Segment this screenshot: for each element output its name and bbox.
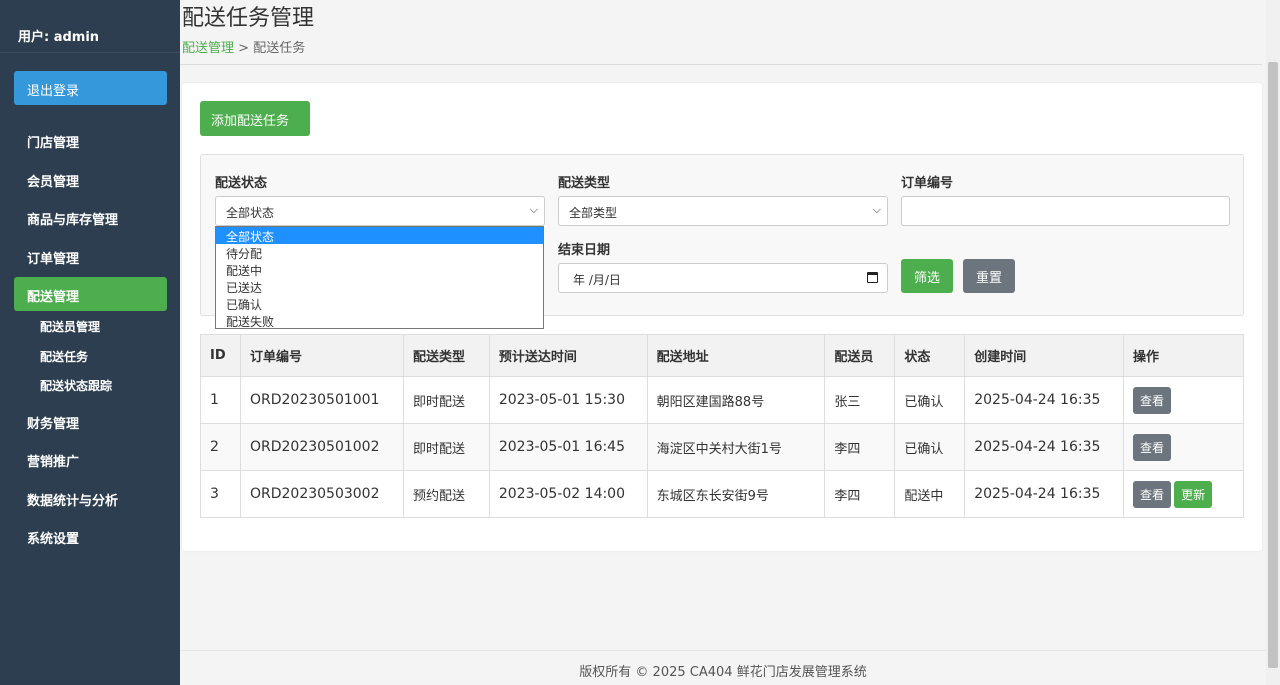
- cell-id: 2: [200, 423, 241, 471]
- status-option-delivered[interactable]: 已送达: [216, 278, 543, 295]
- status-option-all[interactable]: 全部状态: [216, 227, 543, 244]
- reset-button[interactable]: 重置: [963, 259, 1015, 293]
- cell-actions: 查看: [1123, 376, 1244, 424]
- breadcrumb-separator: >: [234, 41, 254, 56]
- cell-status: 已确认: [894, 376, 966, 424]
- page-title: 配送任务管理: [182, 6, 315, 31]
- order-number-label: 订单编号: [901, 176, 954, 191]
- status-filter-label: 配送状态: [215, 176, 268, 191]
- type-filter-value: 全部类型: [569, 206, 618, 220]
- status-option-pending[interactable]: 待分配: [216, 244, 543, 261]
- column-header-created-time: 创建时间: [964, 334, 1125, 377]
- sidebar-item-finance[interactable]: 财务管理: [14, 404, 167, 438]
- sidebar-item-products-inventory[interactable]: 商品与库存管理: [14, 200, 167, 234]
- cell-address: 朝阳区建国路88号: [646, 376, 826, 424]
- breadcrumb-current: 配送任务: [253, 41, 306, 56]
- logout-button[interactable]: 退出登录: [14, 71, 167, 105]
- column-header-eta: 预计送达时间: [488, 334, 648, 377]
- sidebar-item-statistics[interactable]: 数据统计与分析: [14, 481, 167, 515]
- sidebar-item-delivery[interactable]: 配送管理: [14, 277, 167, 311]
- chevron-down-icon: ⌵: [872, 203, 881, 216]
- cell-created-time: 2025-04-24 16:35: [964, 423, 1125, 471]
- type-filter-select[interactable]: 全部类型 ⌵: [558, 196, 888, 226]
- cell-delivery-type: 即时配送: [402, 423, 490, 471]
- cell-order-number: ORD20230503002: [239, 470, 404, 518]
- column-header-courier: 配送员: [824, 334, 896, 377]
- add-delivery-task-button[interactable]: 添加配送任务: [200, 101, 310, 136]
- sidebar-item-orders[interactable]: 订单管理: [14, 239, 167, 273]
- cell-courier: 李四: [824, 423, 896, 471]
- sidebar: 用户: admin 退出登录 门店管理 会员管理 商品与库存管理 订单管理 配送…: [0, 0, 180, 685]
- column-header-delivery-type: 配送类型: [402, 334, 490, 377]
- view-button[interactable]: 查看: [1133, 480, 1172, 508]
- cell-order-number: ORD20230501002: [239, 423, 404, 471]
- column-header-actions: 操作: [1123, 334, 1244, 377]
- end-date-value: 年 /月/日: [573, 273, 621, 287]
- update-button[interactable]: 更新: [1174, 480, 1213, 508]
- sidebar-item-settings[interactable]: 系统设置: [14, 519, 167, 553]
- column-header-address: 配送地址: [646, 334, 826, 377]
- sidebar-item-marketing[interactable]: 营销推广: [14, 442, 167, 476]
- cell-eta: 2023-05-01 16:45: [488, 423, 648, 471]
- cell-courier: 李四: [824, 470, 896, 518]
- cell-order-number: ORD20230501001: [239, 376, 404, 424]
- divider: [180, 64, 1262, 65]
- order-number-input[interactable]: [901, 196, 1230, 226]
- footer: 版权所有 © 2025 CA404 鲜花门店发展管理系统: [180, 650, 1266, 685]
- sidebar-item-stores[interactable]: 门店管理: [14, 123, 167, 157]
- status-option-confirmed[interactable]: 已确认: [216, 295, 543, 312]
- breadcrumb: 配送管理 > 配送任务: [182, 37, 305, 56]
- column-header-id: ID: [200, 334, 241, 377]
- cell-eta: 2023-05-01 15:30: [488, 376, 648, 424]
- cell-actions: 查看: [1123, 423, 1244, 471]
- view-button[interactable]: 查看: [1133, 386, 1172, 414]
- cell-delivery-type: 即时配送: [402, 376, 490, 424]
- status-option-failed[interactable]: 配送失败: [216, 312, 543, 329]
- cell-status: 已确认: [894, 423, 966, 471]
- end-date-label: 结束日期: [558, 243, 611, 258]
- view-button[interactable]: 查看: [1133, 433, 1172, 461]
- status-dropdown-list: 全部状态 待分配 配送中 已送达 已确认 配送失败: [215, 226, 544, 329]
- column-header-order-number: 订单编号: [239, 334, 404, 377]
- submenu-item-couriers[interactable]: 配送员管理: [40, 318, 100, 335]
- cell-eta: 2023-05-02 14:00: [488, 470, 648, 518]
- submenu-item-delivery-tracking[interactable]: 配送状态跟踪: [40, 377, 112, 394]
- table-row: 1 ORD20230501001 即时配送 2023-05-01 15:30 朝…: [200, 376, 1244, 424]
- cell-created-time: 2025-04-24 16:35: [964, 376, 1125, 424]
- table-row: 2 ORD20230501002 即时配送 2023-05-01 16:45 海…: [200, 423, 1244, 471]
- column-header-status: 状态: [894, 334, 966, 377]
- cell-created-time: 2025-04-24 16:35: [964, 470, 1125, 518]
- main-content: 配送任务管理 配送管理 > 配送任务 添加配送任务 配送状态 全部状态 ⌵ 配送…: [180, 0, 1266, 685]
- cell-courier: 张三: [824, 376, 896, 424]
- current-user-label: 用户: admin: [0, 0, 180, 53]
- table-header-row: ID 订单编号 配送类型 预计送达时间 配送地址 配送员 状态 创建时间 操作: [200, 334, 1244, 377]
- chevron-down-icon: ⌵: [529, 203, 538, 216]
- breadcrumb-parent-link[interactable]: 配送管理: [182, 41, 234, 56]
- cell-id: 1: [200, 376, 241, 424]
- filter-button[interactable]: 筛选: [901, 259, 953, 293]
- cell-status: 配送中: [894, 470, 966, 518]
- submenu-item-delivery-tasks[interactable]: 配送任务: [40, 348, 88, 365]
- cell-delivery-type: 预约配送: [402, 470, 490, 518]
- table-row: 3 ORD20230503002 预约配送 2023-05-02 14:00 东…: [200, 470, 1244, 518]
- status-option-delivering[interactable]: 配送中: [216, 261, 543, 278]
- end-date-input[interactable]: 年 /月/日: [558, 263, 888, 293]
- cell-address: 海淀区中关村大街1号: [646, 423, 826, 471]
- vertical-scrollbar[interactable]: [1266, 0, 1280, 685]
- scrollbar-thumb[interactable]: [1268, 62, 1278, 668]
- status-filter-select[interactable]: 全部状态 ⌵: [215, 196, 545, 226]
- calendar-icon[interactable]: [867, 272, 878, 283]
- delivery-task-table: ID 订单编号 配送类型 预计送达时间 配送地址 配送员 状态 创建时间 操作 …: [200, 334, 1244, 518]
- status-filter-value: 全部状态: [226, 206, 275, 220]
- cell-id: 3: [200, 470, 241, 518]
- sidebar-item-members[interactable]: 会员管理: [14, 162, 167, 196]
- type-filter-label: 配送类型: [558, 176, 611, 191]
- cell-actions: 查看 更新: [1123, 470, 1244, 518]
- cell-address: 东城区东长安街9号: [646, 470, 826, 518]
